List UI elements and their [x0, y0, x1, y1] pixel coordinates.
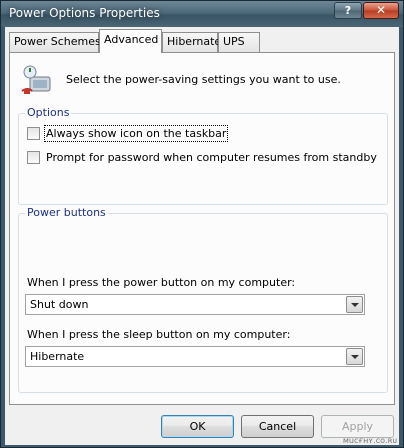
power-buttons-group: Power buttons When I press the power but…	[18, 206, 388, 393]
prompt-password-label[interactable]: Prompt for password when computer resume…	[46, 151, 377, 164]
sleep-button-value: Hibernate	[30, 350, 85, 363]
cancel-button[interactable]: Cancel	[241, 415, 314, 438]
power-button-label: When I press the power button on my comp…	[27, 276, 296, 289]
chevron-down-icon[interactable]	[346, 296, 363, 313]
power-buttons-group-title: Power buttons	[25, 206, 108, 219]
close-icon[interactable]: ✕	[363, 2, 399, 19]
intro-text: Select the power-saving settings you wan…	[66, 73, 341, 86]
tab-advanced[interactable]: Advanced	[99, 29, 162, 53]
options-group: Options Always show icon on the taskbar …	[18, 106, 388, 205]
always-show-icon-label[interactable]: Always show icon on the taskbar	[43, 124, 229, 142]
sleep-button-select[interactable]: Hibernate	[25, 346, 365, 367]
tab-power-schemes[interactable]: Power Schemes	[9, 32, 101, 52]
always-show-icon-row[interactable]: Always show icon on the taskbar	[27, 124, 229, 142]
title-bar[interactable]: Power Options Properties ? ✕	[1, 1, 403, 27]
tab-hibernate[interactable]: Hibernate	[162, 32, 221, 52]
tab-ups[interactable]: UPS	[218, 32, 260, 52]
window-title: Power Options Properties	[9, 6, 160, 20]
chevron-down-icon[interactable]	[346, 348, 363, 365]
always-show-icon-checkbox[interactable]	[27, 126, 40, 140]
power-options-window: Power Options Properties ? ✕ Power Schem…	[0, 0, 404, 448]
apply-button[interactable]: Apply	[321, 415, 394, 438]
watermark: мuᴄғнʏ.ᴄᴏ.ʀᴜ	[342, 436, 397, 445]
ok-button[interactable]: OK	[161, 415, 234, 438]
advanced-tab-panel: Select the power-saving settings you wan…	[9, 52, 395, 405]
power-button-select[interactable]: Shut down	[25, 294, 365, 315]
dialog-client-area: Power Schemes Advanced Hibernate UPS Sel…	[5, 27, 399, 445]
power-button-value: Shut down	[30, 298, 89, 311]
help-icon[interactable]: ?	[334, 2, 362, 19]
prompt-password-checkbox[interactable]	[27, 150, 40, 164]
prompt-password-row[interactable]: Prompt for password when computer resume…	[27, 150, 377, 164]
sleep-button-label: When I press the sleep button on my comp…	[27, 328, 291, 341]
options-group-title: Options	[25, 106, 72, 119]
power-options-icon	[21, 65, 51, 94]
